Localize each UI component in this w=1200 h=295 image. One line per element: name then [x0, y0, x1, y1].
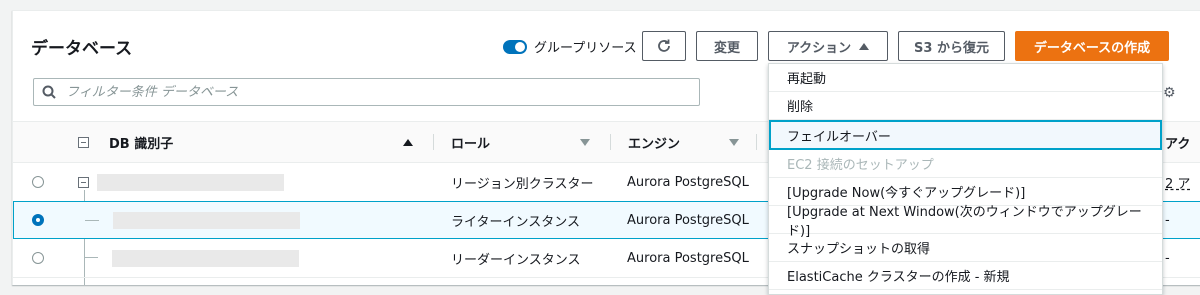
- redacted-db-identifier[interactable]: [97, 173, 284, 191]
- sort-ascending-icon[interactable]: [403, 122, 413, 162]
- refresh-button[interactable]: [642, 31, 686, 61]
- actions-button[interactable]: アクション: [768, 31, 888, 61]
- role-cell: リージョン別クラスター: [451, 176, 594, 192]
- redacted-db-identifier[interactable]: [112, 249, 299, 267]
- page-title: データベース: [31, 39, 133, 59]
- collapse-icon[interactable]: [78, 176, 89, 188]
- menu-item-failover[interactable]: フェイルオーバー: [769, 120, 1162, 150]
- role-cell: ライターインスタンス: [451, 214, 580, 230]
- search-icon: [42, 85, 56, 99]
- menu-item-delete[interactable]: 削除: [769, 92, 1162, 120]
- group-resources-label: グループリソース: [534, 41, 637, 56]
- trailing-cell: -: [1165, 212, 1170, 228]
- menu-item-create-elasticache[interactable]: ElastiCache クラスターの作成 - 新規: [769, 262, 1162, 290]
- sort-engine-icon[interactable]: [729, 122, 739, 162]
- actions-dropdown-menu: 再起動 削除 フェイルオーバー EC2 接続のセットアップ [Upgrade N…: [768, 63, 1163, 295]
- engine-cell: Aurora PostgreSQL: [627, 250, 749, 266]
- restore-from-s3-button[interactable]: S3 から復元: [898, 31, 1005, 61]
- redacted-db-identifier[interactable]: [113, 211, 300, 229]
- column-header-next[interactable]: アク: [1165, 122, 1190, 162]
- engine-cell: Aurora PostgreSQL: [627, 212, 749, 228]
- caret-up-icon: [859, 42, 870, 50]
- menu-item-upgrade-next-window[interactable]: [Upgrade at Next Window(次のウィンドウでアップグレード)…: [769, 205, 1162, 239]
- menu-item-ec2-connect: EC2 接続のセットアップ: [769, 150, 1162, 178]
- column-header-engine[interactable]: エンジン: [628, 122, 680, 162]
- preferences-gear-icon[interactable]: ⚙: [1163, 85, 1176, 101]
- sort-role-icon[interactable]: [580, 122, 590, 162]
- group-resources-toggle[interactable]: グループリソース: [503, 37, 637, 56]
- menu-item-take-snapshot[interactable]: スナップショットの取得: [769, 234, 1162, 262]
- row-radio[interactable]: [32, 176, 44, 188]
- search-input[interactable]: [64, 83, 668, 101]
- role-cell: リーダーインスタンス: [451, 252, 581, 268]
- expand-all-toggle[interactable]: [78, 122, 89, 162]
- actions-label: アクション: [786, 40, 852, 56]
- collapse-icon[interactable]: [78, 136, 89, 148]
- trailing-cell: -: [1165, 250, 1170, 266]
- modify-button[interactable]: 変更: [696, 31, 758, 61]
- trailing-cell[interactable]: 2 ア: [1165, 163, 1190, 201]
- search-field[interactable]: [33, 78, 700, 106]
- refresh-icon: [658, 39, 670, 52]
- create-database-button[interactable]: データベースの作成: [1015, 31, 1169, 61]
- row-radio-selected[interactable]: [32, 214, 44, 226]
- databases-panel: データベース グループリソース 変更 アクション S3 から復元 データベースの…: [12, 10, 1200, 295]
- column-header-db-id[interactable]: DB 識別子: [109, 122, 173, 162]
- column-header-role[interactable]: ロール: [451, 122, 490, 162]
- toggle-switch-icon[interactable]: [503, 39, 527, 54]
- menu-item-reboot[interactable]: 再起動: [769, 64, 1162, 92]
- row-radio[interactable]: [32, 252, 44, 264]
- engine-cell: Aurora PostgreSQL: [627, 174, 749, 190]
